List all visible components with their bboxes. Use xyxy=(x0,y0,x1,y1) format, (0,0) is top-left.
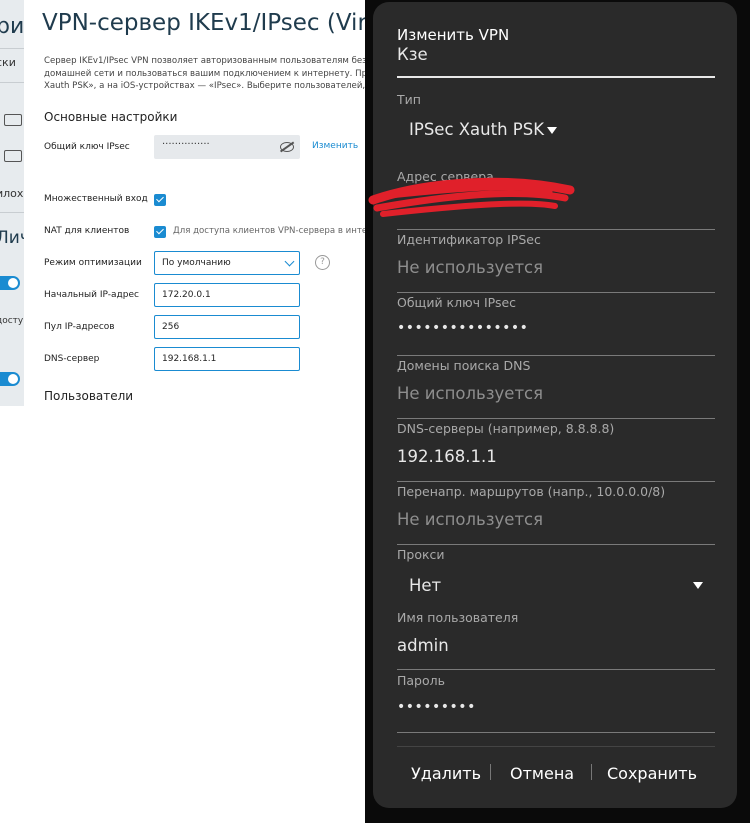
sidebar-section-fragment: Лич xyxy=(0,228,24,248)
type-label: Тип xyxy=(397,92,421,107)
psk-input[interactable]: ••••••••••••••• xyxy=(397,320,528,336)
username-underline xyxy=(397,669,715,670)
description-line: домашней сети и пользоваться вашим подкл… xyxy=(44,68,365,79)
ipsec-id-underline xyxy=(397,292,715,293)
dns-servers-underline xyxy=(397,481,715,482)
ip-pool-input[interactable]: 256 xyxy=(154,315,300,339)
device-icon xyxy=(4,150,22,162)
dns-domains-underline xyxy=(397,418,715,419)
start-ip-value: 172.20.0.1 xyxy=(162,290,211,300)
ipsec-id-label: Идентификатор IPSec xyxy=(397,232,541,247)
vpn-name-value[interactable]: Кзе xyxy=(397,45,428,64)
dropdown-arrow-icon[interactable] xyxy=(693,582,703,589)
nat-checkbox[interactable] xyxy=(154,226,166,238)
device-icon xyxy=(4,114,22,126)
help-icon[interactable]: ? xyxy=(315,255,330,270)
sidebar-divider xyxy=(0,48,24,49)
multi-login-checkbox[interactable] xyxy=(154,194,166,206)
dns-server-value: 192.168.1.1 xyxy=(162,354,217,364)
sidebar-item-fragment[interactable]: ски xyxy=(0,56,16,69)
password-label: Пароль xyxy=(397,673,445,688)
dropdown-arrow-icon[interactable] xyxy=(547,127,557,134)
section-users: Пользователи xyxy=(44,389,134,403)
ip-pool-value: 256 xyxy=(162,322,180,332)
router-panel: ри ски илох Лич досту VPN-сервер IKEv1/I… xyxy=(0,0,365,823)
routes-input[interactable]: Не используется xyxy=(397,510,543,529)
sidebar-item-fragment[interactable]: илох xyxy=(0,187,23,200)
optimization-mode-label: Режим оптимизации xyxy=(44,258,142,268)
dns-server-label: DNS-сервер xyxy=(44,354,100,364)
psk-underline xyxy=(397,355,715,356)
nat-description: Для доступа клиентов VPN-сервера в интер… xyxy=(173,226,365,236)
sidebar-divider xyxy=(0,212,24,213)
scroll-divider xyxy=(397,746,715,747)
ipsec-key-field[interactable]: ··············· xyxy=(154,135,300,159)
multi-login-label: Множественный вход xyxy=(44,194,148,204)
cancel-button[interactable]: Отмена xyxy=(510,764,574,783)
vpn-name-underline xyxy=(397,76,715,78)
edit-vpn-dialog: Изменить VPN Кзе Тип IPSec Xauth PSK Адр… xyxy=(373,2,737,808)
start-ip-input[interactable]: 172.20.0.1 xyxy=(154,283,300,307)
psk-label: Общий ключ IPsec xyxy=(397,295,517,310)
description-line: Сервер IKEv1/IPsec VPN позволяет авториз… xyxy=(44,56,365,66)
router-sidebar: ри ски илох Лич досту xyxy=(0,0,24,406)
ipsec-id-input[interactable]: Не используется xyxy=(397,258,543,277)
routes-label: Перенапр. маршрутов (напр., 10.0.0.0/8) xyxy=(397,484,666,499)
optimization-mode-value: По умолчанию xyxy=(162,258,231,268)
username-label: Имя пользователя xyxy=(397,610,519,625)
dns-domains-label: Домены поиска DNS xyxy=(397,358,531,373)
ipsec-key-value: ··············· xyxy=(162,139,210,150)
optimization-mode-select[interactable]: По умолчанию xyxy=(154,251,300,275)
button-separator xyxy=(591,764,592,780)
phone-screen: Изменить VPN Кзе Тип IPSec Xauth PSK Адр… xyxy=(365,0,750,823)
dialog-title: Изменить VPN xyxy=(397,26,510,44)
start-ip-label: Начальный IP-адрес xyxy=(44,290,139,300)
sidebar-heading-fragment: ри xyxy=(0,14,24,39)
page-title: VPN-сервер IKEv1/IPsec (Virtu xyxy=(42,10,365,36)
proxy-select-value[interactable]: Нет xyxy=(409,576,441,595)
vpn-server-settings: VPN-сервер IKEv1/IPsec (Virtu Сервер IKE… xyxy=(24,0,365,406)
chevron-down-icon xyxy=(284,256,295,267)
server-address-underline xyxy=(397,229,715,230)
server-address-label: Адрес сервера xyxy=(397,169,494,184)
proxy-label: Прокси xyxy=(397,547,445,562)
nat-label: NAT для клиентов xyxy=(44,226,130,236)
dns-domains-input[interactable]: Не используется xyxy=(397,384,543,403)
routes-underline xyxy=(397,544,715,545)
button-separator xyxy=(490,764,491,780)
ip-pool-label: Пул IP-адресов xyxy=(44,322,115,332)
ipsec-key-label: Общий ключ IPsec xyxy=(44,142,130,152)
sidebar-toggle[interactable] xyxy=(0,276,20,290)
section-basic-settings: Основные настройки xyxy=(44,110,178,124)
change-key-link[interactable]: Изменить xyxy=(312,141,358,151)
sidebar-divider xyxy=(0,82,24,83)
sidebar-text-fragment: досту xyxy=(0,316,24,326)
sidebar-toggle[interactable] xyxy=(0,372,20,386)
dns-server-input[interactable]: 192.168.1.1 xyxy=(154,347,300,371)
password-underline xyxy=(397,732,715,733)
save-button[interactable]: Сохранить xyxy=(607,764,697,783)
delete-button[interactable]: Удалить xyxy=(411,764,481,783)
password-input[interactable]: ••••••••• xyxy=(397,699,476,715)
eye-off-icon[interactable] xyxy=(280,142,294,152)
page-description: Сервер IKEv1/IPsec VPN позволяет авториз… xyxy=(44,55,365,93)
dns-servers-input[interactable]: 192.168.1.1 xyxy=(397,447,497,466)
type-select-value[interactable]: IPSec Xauth PSK xyxy=(409,120,544,139)
description-line: Xauth PSK», а на iOS-устройствах — «IPse… xyxy=(44,81,365,91)
dns-servers-label: DNS-серверы (например, 8.8.8.8) xyxy=(397,421,615,436)
username-input[interactable]: admin xyxy=(397,636,449,655)
